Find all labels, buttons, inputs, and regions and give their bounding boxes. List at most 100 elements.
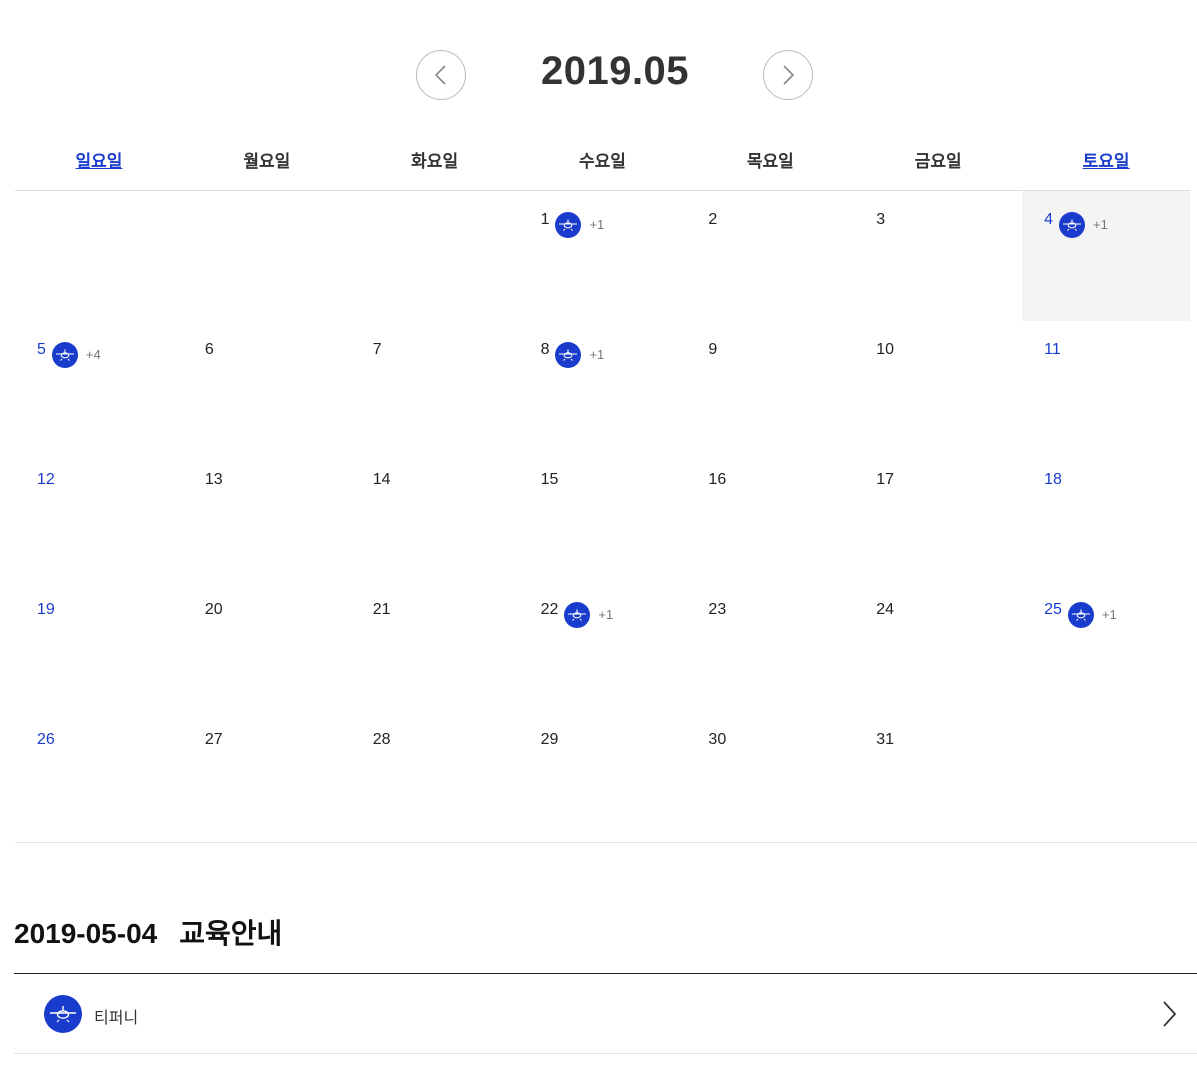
calendar-day-13[interactable]: 13 <box>183 451 351 581</box>
calendar-day-29[interactable]: 29 <box>519 711 687 841</box>
more-events-count: +1 <box>598 607 614 622</box>
calendar-page: 2019.05 일요일 월요일 화요일 수요일 목요일 금요일 토요일 1 +1 2… <box>0 0 1197 1089</box>
calendar-empty-cell <box>15 191 183 321</box>
day-number: 6 <box>204 341 214 358</box>
detail-title: 2019-05-04 교육안내 <box>14 912 282 952</box>
calendar-empty-cell <box>1022 711 1190 841</box>
weekday-wednesday: 수요일 <box>579 152 626 171</box>
day-number: 26 <box>37 731 55 748</box>
day-number: 27 <box>204 731 223 748</box>
day-number: 21 <box>372 601 391 618</box>
more-events-count: +1 <box>589 347 605 362</box>
day-number: 5 <box>37 341 46 358</box>
day-number: 29 <box>540 731 559 748</box>
day-number: 30 <box>708 731 727 748</box>
weekday-monday: 월요일 <box>243 152 291 171</box>
day-number: 17 <box>876 471 895 488</box>
calendar-day-9[interactable]: 9 <box>686 321 854 451</box>
calendar-day-1[interactable]: 1 +1 <box>519 191 687 321</box>
calendar-day-22[interactable]: 22 +1 <box>519 581 687 711</box>
detail-item-name: 티퍼니 <box>94 1010 139 1027</box>
weekday-tuesday: 화요일 <box>411 152 459 171</box>
more-events-count: +1 <box>589 217 605 232</box>
calendar-grid: 1 +1 2 3 4 +1 5 +4 6 7 8 +1 9 10 11 12 13 14 15 16 17 18 19 20 2… <box>15 191 1190 841</box>
day-number: 22 <box>540 601 559 618</box>
calendar-day-7[interactable]: 7 <box>351 321 519 451</box>
calendar-day-24[interactable]: 24 <box>854 581 1022 711</box>
more-events-count: +1 <box>1093 217 1108 232</box>
calendar-day-11[interactable]: 11 <box>1022 321 1190 451</box>
weekday-saturday: 토요일 <box>1082 152 1130 171</box>
detail-date: 2019-05-04 <box>14 918 158 949</box>
calendar-day-25[interactable]: 25 +1 <box>1022 581 1190 711</box>
day-number: 28 <box>372 731 391 748</box>
detail-heading: 교육안내 <box>179 918 283 949</box>
calendar-day-4[interactable]: 4 +1 <box>1022 191 1190 321</box>
prev-month-button[interactable] <box>416 50 466 100</box>
day-number: 2 <box>708 211 718 228</box>
day-number: 19 <box>37 601 55 618</box>
calendar-day-20[interactable]: 20 <box>183 581 351 711</box>
calendar-day-10[interactable]: 10 <box>854 321 1022 451</box>
calendar-day-14[interactable]: 14 <box>351 451 519 581</box>
calendar-day-19[interactable]: 19 <box>15 581 183 711</box>
calendar-day-31[interactable]: 31 <box>854 711 1022 841</box>
day-number: 9 <box>708 341 718 358</box>
airplane-icon <box>555 212 582 238</box>
day-number: 14 <box>372 471 391 488</box>
day-number: 13 <box>204 471 223 488</box>
calendar-day-28[interactable]: 28 <box>351 711 519 841</box>
more-events-count: +1 <box>1101 607 1117 622</box>
calendar-day-12[interactable]: 12 <box>15 451 183 581</box>
calendar-empty-cell <box>351 191 519 321</box>
chevron-left-icon <box>434 65 446 85</box>
airplane-icon <box>51 342 78 368</box>
calendar-day-5[interactable]: 5 +4 <box>15 321 183 451</box>
calendar-empty-cell <box>183 191 351 321</box>
day-number: 23 <box>708 601 727 618</box>
day-number: 18 <box>1044 471 1062 488</box>
day-number: 16 <box>708 471 727 488</box>
chevron-right-icon <box>783 65 795 85</box>
day-number: 3 <box>876 211 886 228</box>
month-title: 2019.05 <box>540 49 690 93</box>
day-number: 24 <box>876 601 895 618</box>
more-events-count: +4 <box>85 347 101 362</box>
chevron-right-icon <box>1163 1001 1177 1027</box>
weekday-friday: 금요일 <box>914 152 962 171</box>
calendar-day-2[interactable]: 2 <box>686 191 854 321</box>
calendar-day-23[interactable]: 23 <box>686 581 854 711</box>
calendar-day-27[interactable]: 27 <box>183 711 351 841</box>
day-number: 12 <box>37 471 55 488</box>
day-number: 1 <box>540 211 550 228</box>
day-number: 15 <box>540 471 559 488</box>
day-number: 31 <box>876 731 895 748</box>
detail-list-item[interactable]: 티퍼니 <box>14 974 1197 1054</box>
airplane-icon <box>555 342 582 368</box>
day-number: 25 <box>1044 601 1062 618</box>
airplane-icon <box>1059 212 1086 238</box>
day-number: 10 <box>876 341 895 358</box>
calendar-day-21[interactable]: 21 <box>351 581 519 711</box>
airplane-icon <box>564 602 591 628</box>
day-number: 7 <box>372 341 382 358</box>
weekday-sunday: 일요일 <box>75 152 123 171</box>
calendar-day-26[interactable]: 26 <box>15 711 183 841</box>
weekday-thursday: 목요일 <box>746 152 794 171</box>
day-number: 4 <box>1044 211 1054 228</box>
next-month-button[interactable] <box>763 50 813 100</box>
calendar-day-30[interactable]: 30 <box>686 711 854 841</box>
divider <box>15 842 1197 843</box>
day-number: 8 <box>540 341 550 358</box>
calendar-day-18[interactable]: 18 <box>1022 451 1190 581</box>
calendar-header: 2019.05 <box>0 0 1197 140</box>
calendar-day-17[interactable]: 17 <box>854 451 1022 581</box>
calendar-day-6[interactable]: 6 <box>183 321 351 451</box>
calendar-day-8[interactable]: 8 +1 <box>519 321 687 451</box>
calendar-day-3[interactable]: 3 <box>854 191 1022 321</box>
calendar-day-16[interactable]: 16 <box>686 451 854 581</box>
day-number: 11 <box>1044 341 1061 358</box>
day-number: 20 <box>204 601 223 618</box>
airplane-icon <box>44 995 82 1033</box>
calendar-day-15[interactable]: 15 <box>519 451 687 581</box>
